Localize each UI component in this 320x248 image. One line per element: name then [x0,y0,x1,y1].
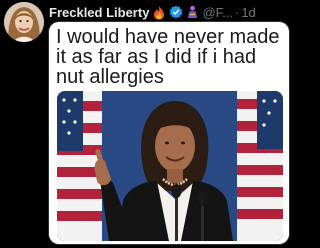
meme-caption: I would have never made it as far as I d… [56,26,280,88]
timestamp[interactable]: 1d [241,5,255,20]
fire-icon [152,5,166,20]
person-icon [186,5,199,19]
separator-dot: · [234,4,240,20]
display-name[interactable]: Freckled Liberty [49,5,149,20]
tweet-header: Freckled Liberty @F... · 1d [49,3,300,21]
meme-photo [57,91,283,241]
tweet-media[interactable]: I would have never made it as far as I d… [49,22,289,244]
avatar-image [4,2,44,42]
tweet[interactable]: Freckled Liberty @F... · 1d I would have… [0,0,300,248]
handle[interactable]: @F... [202,5,233,20]
speaker-photo-illustration [57,91,283,241]
avatar[interactable] [4,2,44,42]
verified-badge-icon[interactable] [169,5,183,19]
